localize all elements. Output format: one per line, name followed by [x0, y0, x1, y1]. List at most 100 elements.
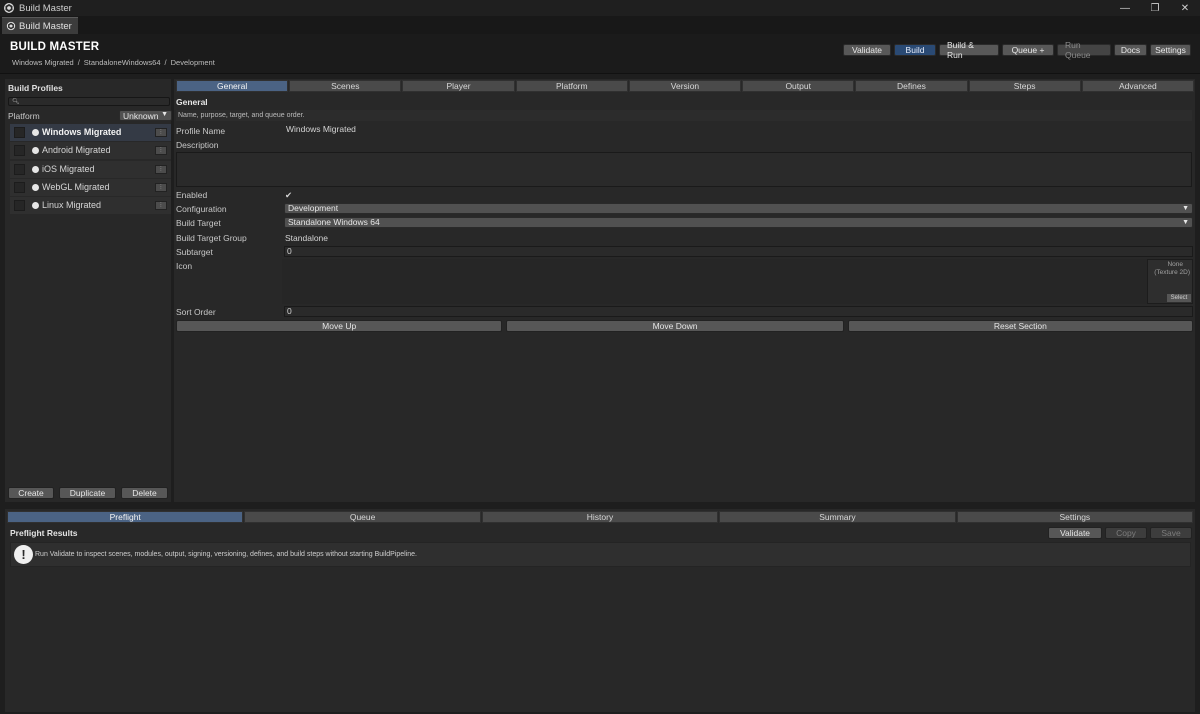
- configuration-label: Configuration: [176, 204, 227, 214]
- profile-name: Windows Migrated: [42, 127, 122, 137]
- description-label: Description: [176, 140, 219, 150]
- preflight-validate-button[interactable]: Validate: [1048, 527, 1102, 539]
- window-title: Build Master: [19, 2, 72, 14]
- tab-scenes[interactable]: Scenes: [289, 80, 402, 92]
- move-up-button[interactable]: Move Up: [176, 320, 503, 332]
- tab-advanced[interactable]: Advanced: [1081, 80, 1194, 92]
- search-icon: 🔍︎: [12, 99, 20, 105]
- profile-checkbox[interactable]: [14, 200, 25, 212]
- profile-name: Android Migrated: [42, 145, 111, 156]
- sort-order-field[interactable]: 0: [284, 306, 1193, 317]
- platform-label: Platform: [8, 111, 40, 121]
- breadcrumb-separator: /: [164, 58, 167, 67]
- tab-defines[interactable]: Defines: [855, 80, 968, 92]
- profile-row[interactable]: Linux Migrated ⋮: [10, 197, 171, 215]
- description-field[interactable]: [176, 152, 1192, 187]
- tab-platform[interactable]: Platform: [515, 80, 628, 92]
- profile-row[interactable]: iOS Migrated ⋮: [10, 160, 171, 178]
- preflight-actions: Validate Copy Save: [1048, 527, 1192, 539]
- delete-profile-button[interactable]: Delete: [121, 487, 168, 499]
- build-button[interactable]: Build: [894, 44, 936, 56]
- breadcrumb-configuration[interactable]: Development: [171, 58, 215, 67]
- tab-history[interactable]: History: [481, 511, 719, 523]
- profile-menu-icon[interactable]: ⋮: [155, 164, 167, 174]
- breadcrumb-profile[interactable]: Windows Migrated: [12, 58, 74, 67]
- validate-button[interactable]: Validate: [843, 44, 891, 56]
- tab-general[interactable]: General: [176, 80, 289, 92]
- platform-dropdown[interactable]: Unknown ▼: [119, 110, 172, 121]
- profile-checkbox[interactable]: [14, 163, 25, 175]
- profile-checkbox[interactable]: [14, 181, 25, 193]
- profile-menu-icon[interactable]: ⋮: [155, 201, 167, 211]
- profile-name: WebGL Migrated: [42, 181, 110, 192]
- profile-menu-icon[interactable]: ⋮: [155, 182, 167, 192]
- status-dot-icon: [32, 129, 39, 136]
- description-row: Description: [176, 139, 1192, 151]
- header-toolbar: Validate Build Build & Run Queue + Run Q…: [843, 40, 1191, 60]
- editor-tab-label: Build Master: [19, 20, 72, 32]
- icon-texture-slot[interactable]: None (Texture 2D) Select: [1147, 259, 1193, 304]
- breadcrumb-target[interactable]: StandaloneWindows64: [84, 58, 161, 67]
- app-header: BUILD MASTER Windows Migrated / Standalone…: [0, 34, 1200, 74]
- profile-actions: Create Duplicate Delete: [8, 487, 168, 499]
- subtarget-label: Subtarget: [176, 247, 213, 257]
- profile-checkbox[interactable]: [14, 127, 25, 138]
- copy-results-button[interactable]: Copy: [1105, 527, 1147, 539]
- profile-name-field[interactable]: Windows Migrated: [284, 125, 1193, 136]
- configuration-value: Development: [288, 203, 339, 213]
- tab-queue[interactable]: Queue: [244, 511, 481, 523]
- profile-row[interactable]: Android Migrated ⋮: [10, 142, 171, 160]
- profile-search-input[interactable]: 🔍︎: [8, 97, 170, 106]
- status-dot-icon: [32, 165, 39, 173]
- build-target-row: Build Target Standalone Windows 64 ▼: [176, 217, 1193, 229]
- profile-menu-icon[interactable]: ⋮: [155, 128, 167, 137]
- minimize-icon[interactable]: —: [1110, 0, 1140, 16]
- profile-checkbox[interactable]: [14, 145, 25, 157]
- status-dot-icon: [32, 183, 39, 191]
- app-title: BUILD MASTER: [10, 41, 100, 53]
- enabled-checkbox[interactable]: ✔: [285, 190, 292, 201]
- profile-menu-icon[interactable]: ⋮: [155, 146, 167, 156]
- results-tabs: Preflight Queue History Summary Settings: [7, 511, 1194, 523]
- info-message-text: Run Validate to inspect scenes, modules,…: [35, 551, 417, 558]
- duplicate-profile-button[interactable]: Duplicate: [59, 487, 116, 499]
- editor-tab-build-master[interactable]: Build Master: [2, 17, 78, 34]
- icon-select-button[interactable]: Select: [1167, 294, 1191, 302]
- section-description: Name, purpose, target, and queue order.: [176, 110, 1192, 121]
- subtarget-field[interactable]: 0: [284, 246, 1193, 257]
- info-message: ! Run Validate to inspect scenes, module…: [10, 542, 1191, 567]
- docs-button[interactable]: Docs: [1114, 44, 1147, 56]
- create-profile-button[interactable]: Create: [8, 487, 54, 499]
- tab-player[interactable]: Player: [402, 80, 515, 92]
- sort-order-row: Sort Order 0: [176, 306, 1193, 318]
- close-icon[interactable]: ✕: [1170, 0, 1200, 16]
- configuration-dropdown[interactable]: Development ▼: [284, 203, 1193, 214]
- tab-output[interactable]: Output: [742, 80, 855, 92]
- tab-results-settings[interactable]: Settings: [956, 511, 1194, 523]
- queue-add-button[interactable]: Queue +: [1002, 44, 1054, 56]
- run-queue-button[interactable]: Run Queue: [1057, 40, 1111, 60]
- status-dot-icon: [32, 147, 39, 155]
- tab-preflight[interactable]: Preflight: [7, 511, 244, 523]
- subtarget-row: Subtarget 0: [176, 246, 1193, 258]
- tab-version[interactable]: Version: [628, 80, 742, 92]
- build-target-dropdown[interactable]: Standalone Windows 64 ▼: [284, 217, 1193, 228]
- chevron-down-icon: ▼: [161, 111, 168, 118]
- unity-logo-icon: [6, 21, 16, 31]
- icon-label: Icon: [176, 261, 193, 271]
- profile-name-label: Profile Name: [176, 126, 226, 136]
- settings-button[interactable]: Settings: [1150, 44, 1191, 56]
- reset-section-button[interactable]: Reset Section: [847, 320, 1193, 332]
- move-down-button[interactable]: Move Down: [506, 320, 844, 332]
- save-results-button[interactable]: Save: [1150, 527, 1192, 539]
- sort-order-label: Sort Order: [176, 307, 216, 317]
- tab-steps[interactable]: Steps: [968, 80, 1081, 92]
- tab-summary[interactable]: Summary: [719, 511, 956, 523]
- build-target-value: Standalone Windows 64: [288, 217, 380, 227]
- profile-row[interactable]: Windows Migrated ⋮: [10, 124, 171, 141]
- section-title: General: [176, 97, 208, 107]
- info-icon: !: [14, 545, 33, 564]
- build-and-run-button[interactable]: Build & Run: [939, 40, 999, 60]
- restore-icon[interactable]: ❐: [1140, 0, 1170, 16]
- profile-row[interactable]: WebGL Migrated ⋮: [10, 178, 171, 196]
